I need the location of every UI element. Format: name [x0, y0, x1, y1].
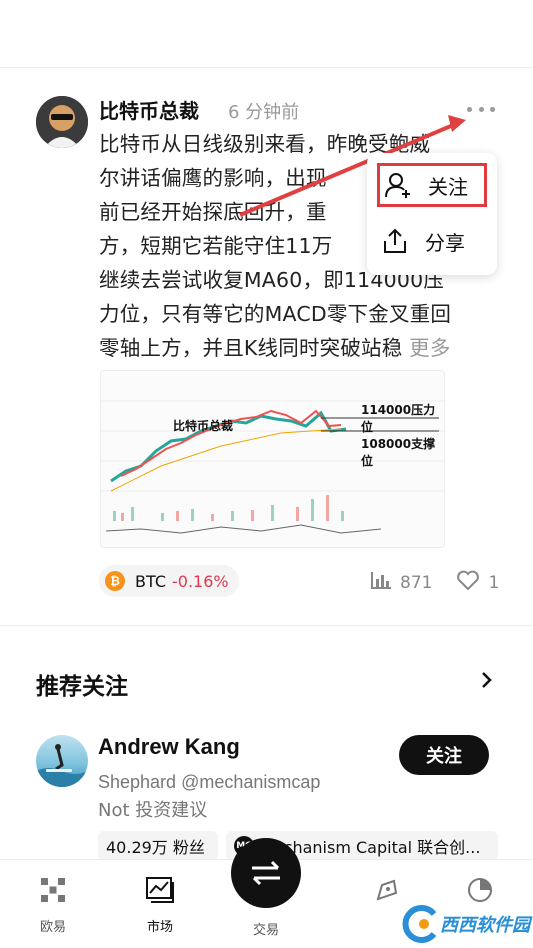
- recommend-user-avatar[interactable]: [36, 735, 88, 787]
- post-options-popup: 关注 分享: [367, 153, 497, 275]
- recommend-title: 推荐关注: [36, 674, 128, 700]
- watermark-logo-icon: [402, 905, 437, 943]
- views-count: 871: [400, 572, 433, 593]
- fans-count: 40.29万 粉丝: [106, 838, 205, 857]
- nav-label-trade[interactable]: 交易: [246, 919, 286, 938]
- popup-follow-item[interactable]: 关注: [377, 163, 487, 207]
- coin-change: -0.16%: [171, 571, 229, 591]
- read-more-link[interactable]: 更多: [409, 336, 450, 360]
- post-chart-image[interactable]: 比特币总裁 114000压力位 108000支撑位: [100, 370, 445, 548]
- post-line-last: 零轴上方，并且K线同时突破站稳 更多: [99, 336, 451, 360]
- author-name[interactable]: 比特币总裁: [99, 95, 199, 124]
- add-user-icon: [384, 171, 412, 199]
- share-icon: [381, 227, 409, 255]
- likes-count: 1: [488, 572, 500, 593]
- heart-icon[interactable]: [456, 569, 480, 596]
- top-header-area: [0, 0, 533, 68]
- bitcoin-icon: ₿: [105, 571, 125, 591]
- recommend-user-handle: Shephard @mechanismcap: [98, 772, 321, 792]
- popup-follow-label: 关注: [428, 174, 468, 199]
- recommend-user-bio: Not 投资建议: [98, 800, 208, 821]
- nav-item-okx[interactable]: 欧易: [8, 860, 98, 948]
- post-line: 力位，只有等它的MACD零下金叉重回: [99, 302, 452, 326]
- post-time: 6 分钟前: [228, 102, 300, 123]
- support-label: 108000支撑位: [361, 437, 436, 468]
- popup-share-label: 分享: [425, 230, 465, 255]
- bar-chart-icon: [370, 570, 392, 595]
- market-chart-icon: [145, 876, 175, 904]
- pen-nib-icon: [374, 876, 400, 904]
- coin-tag[interactable]: ₿ BTC -0.16%: [99, 565, 239, 597]
- follow-button[interactable]: 关注: [399, 735, 489, 775]
- nav-label: 欧易: [39, 920, 66, 935]
- okx-logo-icon: [40, 876, 66, 904]
- nav-label: 市场: [146, 920, 173, 935]
- coin-symbol: BTC: [135, 571, 166, 591]
- fans-chip: 40.29万 粉丝: [98, 831, 218, 861]
- recommend-user-name[interactable]: Andrew Kang: [98, 734, 240, 760]
- chart-watermark-label: 比特币总裁: [173, 419, 234, 433]
- more-options-button[interactable]: [465, 97, 497, 121]
- nav-item-market[interactable]: 市场: [115, 860, 205, 948]
- post-stats: 871 1: [370, 569, 499, 596]
- chevron-right-icon[interactable]: [477, 670, 495, 690]
- trade-button[interactable]: [231, 838, 301, 908]
- section-divider: [0, 625, 533, 626]
- site-watermark: 西西软件园: [400, 900, 533, 948]
- resistance-label: 114000压力位: [361, 403, 436, 434]
- watermark-text: 西西软件园: [440, 915, 530, 936]
- swap-arrows-icon: [252, 860, 280, 886]
- author-avatar[interactable]: [36, 96, 88, 148]
- popup-share-item[interactable]: 分享: [377, 219, 487, 263]
